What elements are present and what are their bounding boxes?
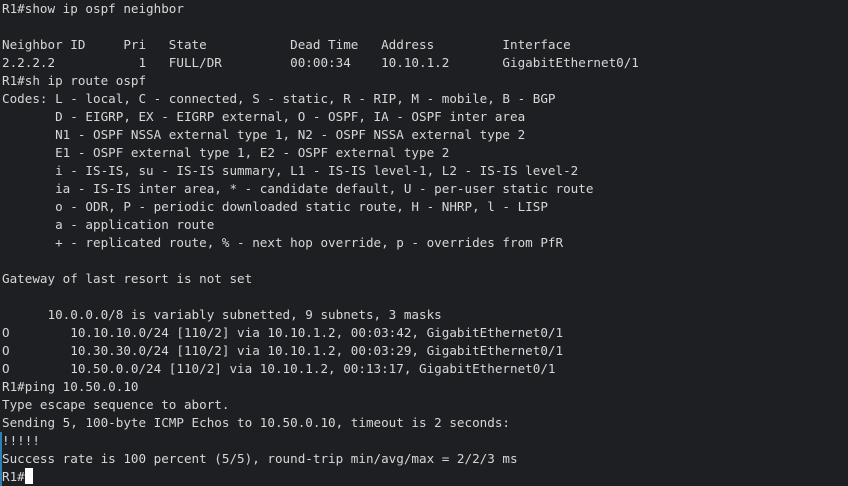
terminal-line: Sending 5, 100-byte ICMP Echos to 10.50.…	[2, 415, 510, 430]
terminal-line: Neighbor ID Pri State Dead Time Address …	[2, 37, 571, 52]
gutter-marker	[0, 450, 2, 468]
terminal-line: R1#ping 10.50.0.10	[2, 379, 139, 394]
terminal-line: E1 - OSPF external type 1, E2 - OSPF ext…	[2, 145, 450, 160]
terminal-line: 10.0.0.0/8 is variably subnetted, 9 subn…	[2, 307, 442, 322]
terminal-line: ia - IS-IS inter area, * - candidate def…	[2, 181, 594, 196]
terminal-line: a - application route	[2, 217, 215, 232]
terminal-line: !!!!!	[2, 433, 40, 448]
terminal-line: D - EIGRP, EX - EIGRP external, O - OSPF…	[2, 109, 526, 124]
prompt: R1#	[2, 469, 25, 484]
terminal-line: 2.2.2.2 1 FULL/DR 00:00:34 10.10.1.2 Gig…	[2, 55, 639, 70]
terminal-line: o - ODR, P - periodic downloaded static …	[2, 199, 548, 214]
terminal-window[interactable]: R1#show ip ospf neighbor Neighbor ID Pri…	[0, 0, 848, 486]
terminal-line: R1#show ip ospf neighbor	[2, 1, 184, 16]
text-cursor	[24, 468, 33, 484]
terminal-line: Gateway of last resort is not set	[2, 271, 253, 286]
terminal-line: N1 - OSPF NSSA external type 1, N2 - OSP…	[2, 127, 526, 142]
gutter-marker	[0, 468, 2, 486]
gutter-marker	[0, 432, 2, 450]
terminal-line: + - replicated route, % - next hop overr…	[2, 235, 564, 250]
terminal-line: O 10.30.30.0/24 [110/2] via 10.10.1.2, 0…	[2, 343, 564, 358]
prompt-line[interactable]: R1#	[2, 468, 848, 486]
terminal-line: Codes: L - local, C - connected, S - sta…	[2, 91, 556, 106]
terminal-line: i - IS-IS, su - IS-IS summary, L1 - IS-I…	[2, 163, 579, 178]
terminal-line: R1#sh ip route ospf	[2, 73, 147, 88]
terminal-line: Success rate is 100 percent (5/5), round…	[2, 451, 518, 466]
terminal-line: O 10.50.0.0/24 [110/2] via 10.10.1.2, 00…	[2, 361, 556, 376]
terminal-line: Type escape sequence to abort.	[2, 397, 230, 412]
terminal-line: O 10.10.10.0/24 [110/2] via 10.10.1.2, 0…	[2, 325, 564, 340]
